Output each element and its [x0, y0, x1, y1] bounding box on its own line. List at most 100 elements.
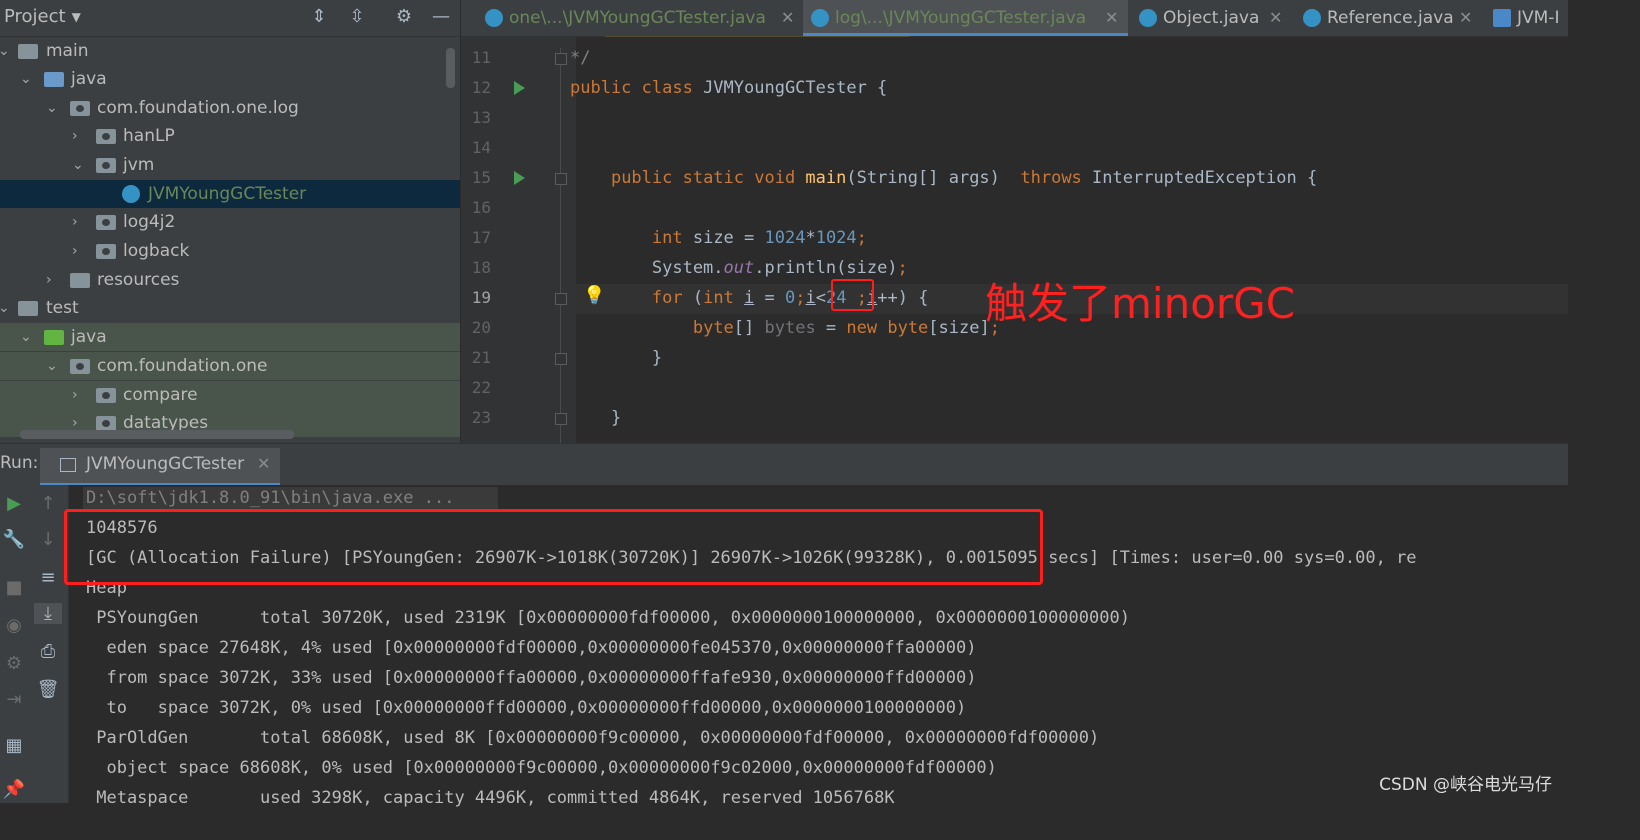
project-panel-header: Project ▼ ⇕ ⇳ ⚙ —: [0, 0, 460, 37]
chevron-down-icon[interactable]: ⌄: [20, 323, 34, 351]
fold-icon[interactable]: [555, 293, 567, 305]
tree-item-label: com.foundation.one.log: [97, 98, 299, 118]
chevron-right-icon[interactable]: ›: [72, 122, 86, 150]
tab-object-java[interactable]: Object.java ✕: [1131, 0, 1291, 36]
tab-one-jvmyounggctester[interactable]: one\...\JVMYoungGCTester.java ✕: [477, 0, 803, 36]
collapse-all-icon[interactable]: ⇳: [346, 6, 368, 28]
tab-label: Reference.java: [1327, 8, 1454, 28]
code-line: }: [570, 408, 622, 428]
chevron-down-icon[interactable]: ⌄: [46, 94, 60, 122]
tree-item-java[interactable]: ⌄ java: [0, 65, 460, 93]
hide-panel-icon[interactable]: —: [430, 6, 452, 28]
markdown-file-icon: [1493, 9, 1511, 27]
code-line: public class JVMYoungGCTester {: [570, 78, 888, 98]
annotation-highlight-box: [64, 509, 1043, 585]
rerun-icon[interactable]: ▶: [0, 493, 28, 514]
tab-log-jvmyounggctester[interactable]: log\...\JVMYoungGCTester.java ✕: [803, 0, 1128, 36]
pin-icon[interactable]: 📌: [0, 779, 28, 800]
tree-item-label: java: [71, 327, 107, 347]
close-icon[interactable]: ✕: [1105, 0, 1118, 36]
tree-item-log4j2[interactable]: › log4j2: [0, 208, 460, 236]
chevron-down-icon[interactable]: ⌄: [72, 151, 86, 179]
tree-item-resources[interactable]: › resources: [0, 266, 460, 294]
tree-item-label: jvm: [123, 155, 155, 175]
vertical-scrollbar[interactable]: [446, 48, 455, 88]
editor-tab-bar: one\...\JVMYoungGCTester.java ✕ log\...\…: [461, 0, 1568, 37]
wrench-icon[interactable]: 🔧: [0, 529, 28, 550]
code-line: for (int i = 0;i<24 ;i++) {: [651, 288, 929, 308]
chevron-right-icon[interactable]: ›: [72, 381, 86, 409]
console-icon: [60, 458, 76, 472]
line-number: 13: [471, 108, 491, 127]
tree-item-compare[interactable]: › compare: [0, 381, 460, 409]
chevron-down-icon[interactable]: ⌄: [46, 352, 60, 380]
package-icon: [96, 244, 116, 259]
tree-item-label: JVMYoungGCTester: [148, 184, 307, 204]
fold-icon[interactable]: [555, 353, 567, 365]
chevron-right-icon[interactable]: ›: [72, 237, 86, 265]
chevron-right-icon[interactable]: ›: [72, 208, 86, 236]
run-tab-label: JVMYoungGCTester: [86, 454, 245, 474]
tree-item-jvm[interactable]: ⌄ jvm: [0, 151, 460, 179]
run-toolbar-right: ↑ ↓ ≡ ⤓ ⎙ 🗑: [28, 485, 69, 803]
expand-all-icon[interactable]: ⇕: [308, 6, 330, 28]
chevron-down-icon: ▼: [71, 9, 81, 24]
tree-item-test[interactable]: ⌄ test: [0, 294, 460, 322]
fold-icon[interactable]: [555, 53, 567, 65]
tree-item-package-one[interactable]: ⌄ com.foundation.one: [0, 352, 460, 380]
run-main-icon[interactable]: [514, 171, 525, 185]
chevron-down-icon[interactable]: ⌄: [0, 294, 12, 322]
console-line: eden space 27648K, 4% used [0x00000000fd…: [86, 638, 977, 658]
tree-item-label: main: [46, 41, 89, 61]
tree-item-test-java[interactable]: ⌄ java: [0, 323, 460, 351]
line-number: 20: [471, 318, 491, 337]
exit-icon[interactable]: ⇥: [0, 689, 28, 710]
project-view-dropdown[interactable]: Project ▼: [4, 6, 81, 27]
tree-item-jvmyounggctester[interactable]: JVMYoungGCTester: [0, 180, 460, 208]
chevron-down-icon[interactable]: ⌄: [0, 37, 12, 65]
chevron-right-icon[interactable]: ›: [46, 266, 60, 294]
tree-item-hanlp[interactable]: › hanLP: [0, 122, 460, 150]
run-label: Run:: [0, 453, 39, 473]
chevron-down-icon[interactable]: ⌄: [20, 65, 34, 93]
camera-icon[interactable]: ◉: [0, 615, 28, 636]
line-number: 22: [471, 378, 491, 397]
project-title: Project: [4, 6, 66, 27]
fold-icon[interactable]: [555, 173, 567, 185]
java-class-icon: [1303, 9, 1321, 27]
close-icon[interactable]: ✕: [1459, 0, 1472, 36]
print-icon[interactable]: ⎙: [34, 641, 62, 662]
settings-icon[interactable]: ⚙: [0, 653, 28, 674]
close-icon[interactable]: ✕: [1269, 0, 1282, 36]
line-number: 15: [471, 168, 491, 187]
horizontal-scrollbar[interactable]: [20, 430, 294, 439]
tab-jvm-md[interactable]: JVM-I: [1485, 0, 1568, 36]
run-tab[interactable]: JVMYoungGCTester ✕: [40, 448, 280, 486]
console-line: ParOldGen total 68608K, used 8K [0x00000…: [86, 728, 1100, 748]
tree-item-label: resources: [97, 270, 180, 290]
source-folder-icon: [44, 72, 64, 87]
trash-icon[interactable]: 🗑: [34, 679, 62, 700]
line-number: 18: [471, 258, 491, 277]
arrow-down-icon[interactable]: ↓: [34, 529, 62, 550]
tree-item-package-log[interactable]: ⌄ com.foundation.one.log: [0, 94, 460, 122]
tree-item-logback[interactable]: › logback: [0, 237, 460, 265]
fold-icon[interactable]: [555, 413, 567, 425]
tree-item-main[interactable]: ⌄ main: [0, 37, 460, 65]
tab-reference-java[interactable]: Reference.java ✕: [1295, 0, 1481, 36]
arrow-up-icon[interactable]: ↑: [34, 493, 62, 514]
close-icon[interactable]: ✕: [257, 454, 270, 473]
scroll-to-end-icon[interactable]: ⤓: [34, 603, 62, 624]
run-panel-header: Run: JVMYoungGCTester ✕: [0, 443, 1568, 486]
gear-icon[interactable]: ⚙: [393, 6, 415, 28]
package-icon: [96, 158, 116, 173]
stop-icon[interactable]: ■: [0, 577, 28, 598]
run-class-icon[interactable]: [514, 81, 525, 95]
code-line: */: [570, 48, 591, 68]
folder-icon: [18, 44, 38, 59]
layout-icon[interactable]: ▦: [0, 735, 28, 756]
tree-item-label: java: [71, 69, 107, 89]
soft-wrap-icon[interactable]: ≡: [34, 567, 62, 588]
project-panel: Project ▼ ⇕ ⇳ ⚙ — ⌄ main ⌄ java ⌄ com.fo…: [0, 0, 460, 443]
close-icon[interactable]: ✕: [781, 0, 794, 36]
